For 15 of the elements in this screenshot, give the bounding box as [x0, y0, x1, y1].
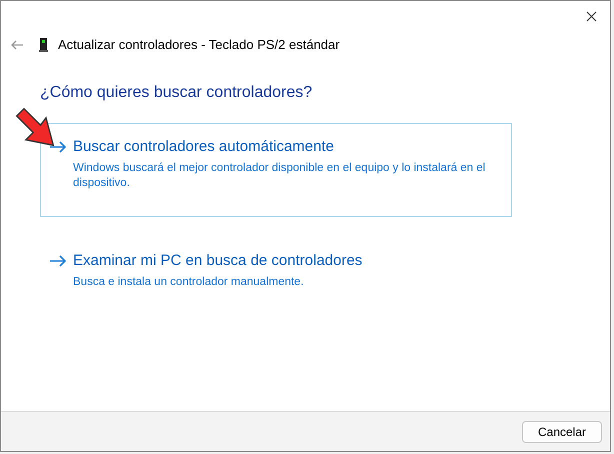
- option-description: Busca e instala un controlador manualmente.: [73, 274, 305, 290]
- keyboard-device-icon: [39, 38, 48, 52]
- option-link[interactable]: Examinar mi PC en busca de controladores Busca e instala un controlador manualmente.: [40, 237, 512, 298]
- option-title: Buscar controladores automáticamente: [73, 137, 335, 157]
- pointer-arrow-icon: [13, 105, 57, 149]
- option-title: Examinar mi PC en busca de controladores: [73, 251, 362, 271]
- close-icon: [586, 10, 596, 22]
- back-arrow-icon: [10, 40, 24, 50]
- heading: ¿Cómo quieres buscar controladores?: [40, 83, 312, 103]
- option-link[interactable]: Buscar controladores automáticamente Windows buscará el mejor controlador disponible en el equipo y lo instalará en el dispositivo.: [40, 123, 512, 217]
- cancel-button[interactable]: Cancelar: [522, 420, 602, 442]
- arrow-icon: [49, 141, 67, 153]
- window-title: Actualizar controladores - Teclado PS/2 estándar: [58, 36, 340, 54]
- arrow-icon: [49, 255, 67, 267]
- option-description: Windows buscará el mejor controlador disponible en el equipo y lo instalará en el dispositivo.: [73, 160, 486, 190]
